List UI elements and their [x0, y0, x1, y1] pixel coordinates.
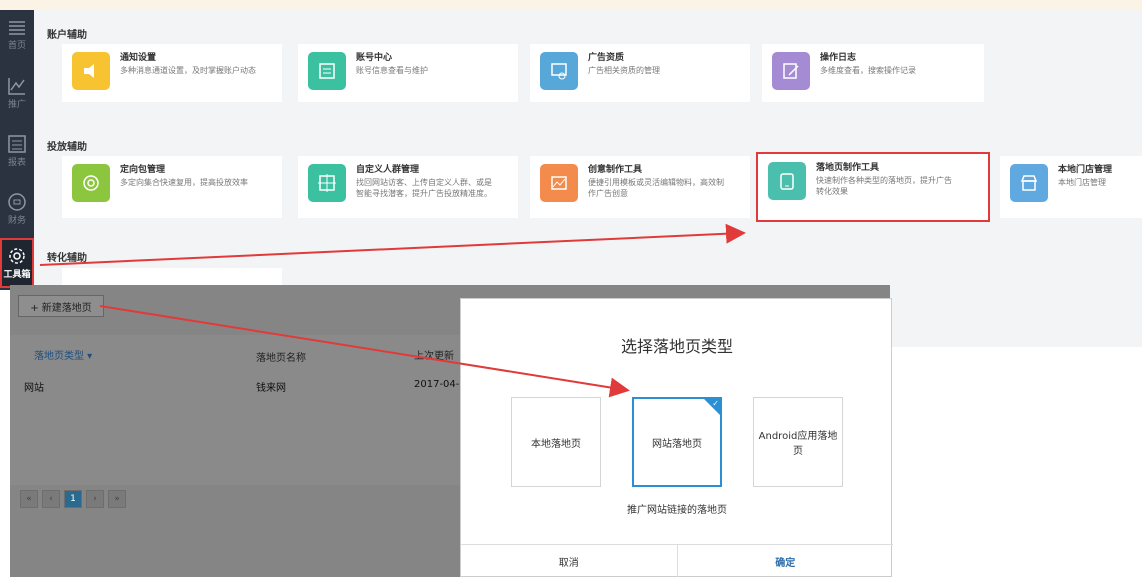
checkmark-icon: ✓: [704, 399, 720, 415]
sidebar: 首页 推广 报表 财务 工具箱: [0, 10, 34, 290]
sidebar-item-promotion[interactable]: 推广: [0, 68, 34, 118]
card-desc: 找回网站访客、上传自定义人群、或是: [356, 178, 492, 187]
dialog-footer: 取消 确定: [461, 544, 893, 577]
card-title: 定向包管理: [120, 165, 166, 175]
section-title-delivery: 投放辅助: [47, 142, 87, 153]
card-desc: 本地门店管理: [1058, 178, 1106, 187]
card-title: 自定义人群管理: [356, 165, 420, 175]
section-title-conversion: 转化辅助: [47, 253, 87, 264]
card-title: 本地门店管理: [1058, 165, 1113, 175]
table-cell-type: 网站: [24, 383, 44, 394]
card-title: 创意制作工具: [588, 165, 643, 175]
sidebar-item-label: 推广: [7, 99, 26, 110]
select-landing-type-dialog: 选择落地页类型 本地落地页 网站落地页 ✓ Android应用落地页 推广网站链接…: [460, 298, 893, 577]
last-page-button[interactable]: »: [108, 490, 126, 508]
page-1-button[interactable]: 1: [64, 490, 82, 508]
sidebar-item-report[interactable]: 报表: [0, 126, 34, 176]
option-local-landing-page[interactable]: 本地落地页: [511, 397, 601, 487]
column-header-name: 落地页名称: [256, 353, 306, 364]
card-desc: 快速制作各种类型的落地页，提升广告: [816, 176, 952, 185]
speaker-icon: [72, 52, 110, 90]
card-desc: 多维度查看，搜索操作记录: [820, 66, 916, 75]
sidebar-item-label: 报表: [7, 157, 26, 168]
card-targeting-package[interactable]: 定向包管理多定向集合快速复用，提高投放效率: [62, 156, 282, 218]
card-landing-page-tool[interactable]: 落地页制作工具快速制作各种类型的落地页，提升广告 转化效果: [756, 152, 990, 222]
option-label: 本地落地页: [531, 438, 581, 450]
card-desc: 广告相关资质的管理: [588, 66, 660, 75]
card-title: 落地页制作工具: [816, 163, 880, 173]
sidebar-item-label: 首页: [7, 40, 26, 51]
certificate-icon: [540, 52, 578, 90]
sidebar-item-home[interactable]: 首页: [0, 10, 34, 60]
card-operation-log[interactable]: 操作日志多维度查看，搜索操作记录: [762, 44, 984, 102]
card-desc: 多定向集合快速复用，提高投放效率: [120, 178, 248, 187]
grid-icon: [308, 164, 346, 202]
list-icon: [308, 52, 346, 90]
option-label: 网站落地页: [652, 438, 702, 450]
pagination: « ‹ 1 › »: [20, 490, 126, 508]
gear-icon: [9, 247, 25, 264]
option-android-landing-page[interactable]: Android应用落地页: [753, 397, 843, 487]
new-landing-page-button[interactable]: + 新建落地页: [18, 295, 104, 317]
report-icon: [8, 134, 26, 153]
card-account-center[interactable]: 账号中心账号信息查看与维护: [298, 44, 518, 102]
edit-log-icon: [772, 52, 810, 90]
line-chart-icon: [8, 77, 25, 95]
column-header-updated: 上次更新: [414, 351, 454, 362]
card-title: 账号中心: [356, 53, 393, 63]
option-website-landing-page[interactable]: 网站落地页 ✓: [632, 397, 722, 487]
sidebar-item-finance[interactable]: 财务: [0, 184, 34, 234]
dialog-title: 选择落地页类型: [620, 337, 733, 356]
cancel-button[interactable]: 取消: [461, 545, 677, 577]
option-label: Android应用落地页: [758, 431, 838, 457]
card-title: 广告资质: [588, 53, 625, 63]
card-desc: 智能寻找潜客，提升广告投放精准度。: [356, 189, 492, 198]
top-bar: [0, 0, 1142, 10]
table-cell-updated: 2017-04-: [414, 379, 460, 390]
option-description: 推广网站链接的落地页: [627, 505, 727, 516]
card-creative-tool[interactable]: 创意制作工具便捷引用模板或灵活编辑物料，高效制 作广告创意: [530, 156, 750, 218]
card-notify-settings[interactable]: 通知设置多种消息通道设置，及时掌握账户动态: [62, 44, 282, 102]
card-desc: 作广告创意: [588, 189, 628, 198]
card-desc: 转化效果: [816, 187, 848, 196]
confirm-button[interactable]: 确定: [676, 545, 894, 577]
card-title: 通知设置: [120, 53, 157, 63]
table-cell-name[interactable]: 钱来网: [256, 379, 286, 394]
card-desc: 多种消息通道设置，及时掌握账户动态: [120, 66, 256, 75]
column-header-type[interactable]: 落地页类型 ▾: [34, 347, 92, 362]
card-custom-audience[interactable]: 自定义人群管理找回网站访客、上传自定义人群、或是 智能寻找潜客，提升广告投放精准度…: [298, 156, 518, 218]
card-desc: 便捷引用模板或灵活编辑物料，高效制: [588, 178, 724, 187]
card-ad-qualification[interactable]: 广告资质广告相关资质的管理: [530, 44, 750, 102]
sidebar-item-label: 工具箱: [3, 269, 31, 280]
store-icon: [1010, 164, 1048, 202]
target-icon: [72, 164, 110, 202]
menu-icon: [9, 20, 25, 35]
first-page-button[interactable]: «: [20, 490, 38, 508]
next-page-button[interactable]: ›: [86, 490, 104, 508]
card-local-store[interactable]: 本地门店管理 本地门店管理: [1000, 156, 1142, 218]
card-desc: 账号信息查看与维护: [356, 66, 428, 75]
section-title-account: 账户辅助: [47, 30, 87, 41]
card-title: 操作日志: [820, 53, 857, 63]
sidebar-item-label: 财务: [7, 215, 26, 226]
sidebar-item-toolbox[interactable]: 工具箱: [0, 238, 34, 288]
finance-icon: [8, 192, 26, 211]
screenshot-stage: 首页 推广 报表 财务 工具箱 账户辅助 通知设置多种消息通道设置，及时掌握账户…: [0, 0, 1142, 577]
tablet-icon: [768, 162, 806, 200]
prev-page-button[interactable]: ‹: [42, 490, 60, 508]
image-edit-icon: [540, 164, 578, 202]
